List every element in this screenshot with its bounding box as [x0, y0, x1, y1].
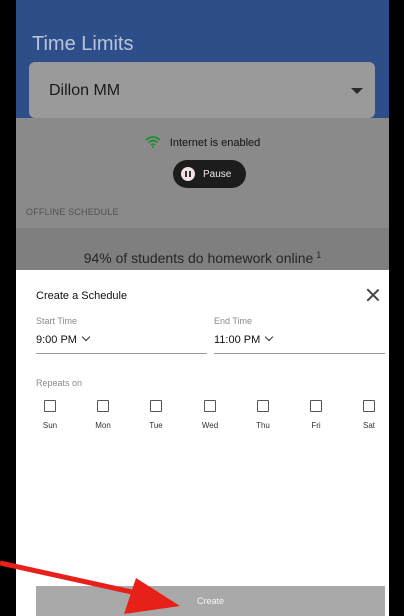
sheet-title: Create a Schedule [36, 290, 128, 302]
promo-text-main: 94% of students do homework online [83, 250, 314, 266]
wifi-icon [145, 136, 161, 148]
day-sat[interactable]: Sat [354, 400, 384, 430]
day-label: Fri [311, 421, 321, 430]
pause-label: Pause [203, 168, 232, 180]
internet-status: Internet is enabled [16, 136, 389, 149]
promo-superscript: 1 [316, 250, 322, 260]
day-label: Sat [362, 421, 375, 430]
status-text: Internet is enabled [169, 137, 261, 149]
day-label: Mon [95, 421, 111, 430]
day-mon[interactable]: Mon [88, 400, 118, 430]
pause-button[interactable]: Pause [173, 160, 246, 188]
start-time-label: Start Time [36, 316, 78, 326]
create-label: Create [196, 596, 224, 606]
promo-text: 94% of students do homework online 1 [16, 250, 389, 266]
left-bezel [0, 0, 16, 616]
device-name: Dillon MM [49, 82, 121, 99]
day-label: Sun [42, 421, 58, 430]
end-time-label: End Time [214, 316, 253, 326]
day-label: Thu [256, 421, 270, 430]
right-bezel [389, 0, 404, 616]
start-time-underline [36, 353, 207, 354]
day-fri[interactable]: Fri [301, 400, 331, 430]
day-checkbox[interactable] [363, 400, 375, 412]
dropdown-caret-icon [351, 88, 363, 94]
annotation-arrow-icon [0, 560, 180, 614]
end-time-select[interactable]: 11:00 PM [214, 332, 274, 346]
day-wed[interactable]: Wed [195, 400, 225, 430]
day-label: Tue [149, 421, 163, 430]
device-selector[interactable]: Dillon MM [29, 62, 375, 118]
start-time-value: 9:00 PM [36, 334, 77, 346]
day-thu[interactable]: Thu [248, 400, 278, 430]
close-icon[interactable] [366, 288, 380, 302]
background-app: Time Limits Dillon MM Internet is enable… [16, 0, 389, 270]
day-tue[interactable]: Tue [141, 400, 171, 430]
end-time-value: 11:00 PM [214, 334, 261, 346]
day-checkbox[interactable] [204, 400, 216, 412]
promo-banner: 94% of students do homework online 1 [16, 228, 389, 270]
day-checkbox[interactable] [150, 400, 162, 412]
end-time-underline [214, 353, 385, 354]
chevron-down-icon [81, 332, 91, 342]
pause-icon [181, 167, 195, 181]
start-time-select[interactable]: 9:00 PM [36, 332, 91, 346]
day-label: Wed [201, 421, 219, 430]
section-label: OFFLINE SCHEDULE [26, 207, 119, 217]
day-checkbox[interactable] [310, 400, 322, 412]
day-checkbox[interactable] [97, 400, 109, 412]
repeats-label: Repeats on [36, 378, 83, 388]
day-checkbox[interactable] [44, 400, 56, 412]
day-sun[interactable]: Sun [35, 400, 65, 430]
page-title: Time Limits [32, 33, 134, 55]
day-checkbox[interactable] [257, 400, 269, 412]
chevron-down-icon [265, 332, 274, 342]
